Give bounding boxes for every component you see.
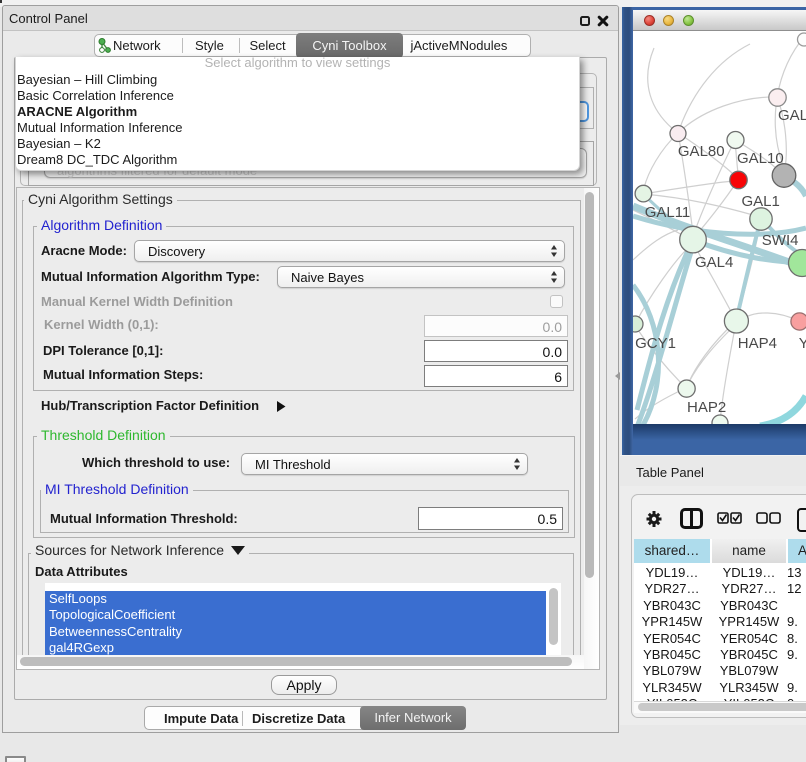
svg-text:HAP2: HAP2: [687, 399, 726, 416]
svg-text:GAL10: GAL10: [737, 150, 784, 167]
svg-text:HAP4: HAP4: [738, 335, 777, 352]
svg-text:GAL11: GAL11: [645, 204, 691, 221]
svg-text:SWI4: SWI4: [762, 232, 799, 249]
svg-text:GCY1: GCY1: [635, 335, 676, 352]
svg-text:YJ: YJ: [799, 335, 806, 352]
svg-text:GAL80: GAL80: [678, 143, 725, 160]
svg-text:GAL1: GAL1: [742, 193, 780, 210]
svg-text:GAL7: GAL7: [778, 107, 806, 124]
svg-text:GAL4: GAL4: [695, 254, 733, 271]
